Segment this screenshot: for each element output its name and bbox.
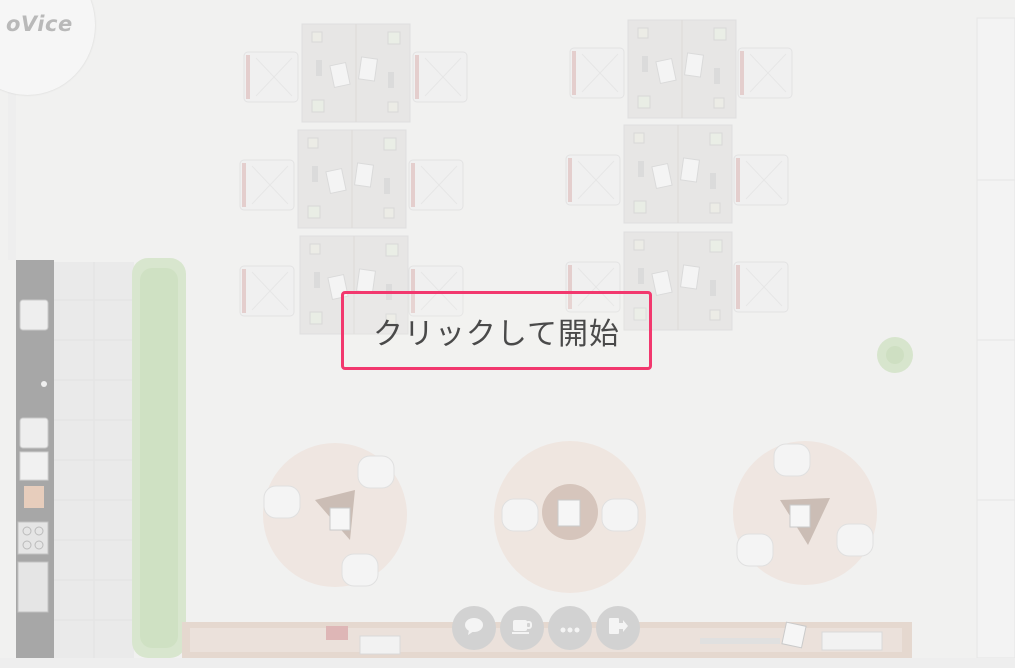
coffee-break-button[interactable] xyxy=(500,606,544,650)
click-to-start-button[interactable]: クリックして開始 xyxy=(341,291,652,370)
exit-icon xyxy=(606,615,630,641)
click-to-start-label: クリックして開始 xyxy=(372,316,621,352)
exit-button[interactable] xyxy=(596,606,640,650)
chat-bubble-icon xyxy=(463,615,485,641)
more-dots-icon xyxy=(559,619,581,638)
app-logo: oVice xyxy=(6,12,73,36)
coffee-cup-icon xyxy=(510,615,534,641)
virtual-office-stage: oVice クリックして開始 xyxy=(0,0,1015,668)
more-options-button[interactable] xyxy=(548,606,592,650)
chat-button[interactable] xyxy=(452,606,496,650)
